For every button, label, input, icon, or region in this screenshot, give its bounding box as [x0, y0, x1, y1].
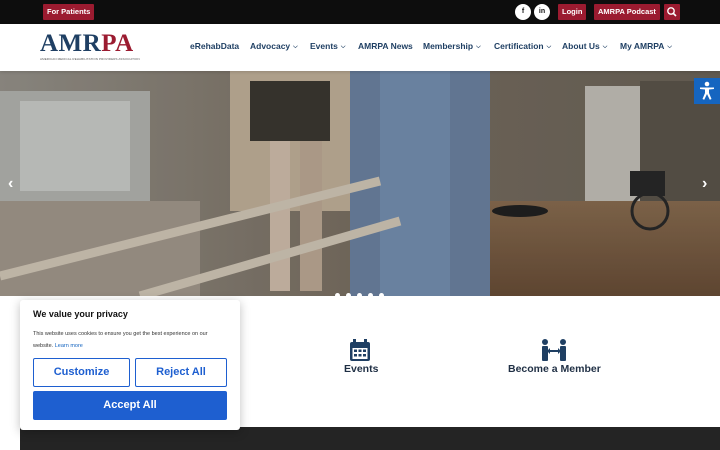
accessibility-button[interactable] — [694, 78, 720, 104]
hero-slider — [0, 71, 720, 296]
linkedin-icon[interactable]: in — [534, 4, 550, 20]
cookie-description: This website uses cookies to ensure you … — [33, 331, 208, 349]
nav-erehabdata[interactable]: eRehabData — [190, 41, 239, 51]
nav-events[interactable]: Events ⌵ — [310, 41, 345, 51]
cookie-title: We value your privacy — [33, 309, 128, 319]
hero-image — [0, 71, 720, 296]
hero-next-arrow[interactable]: › — [702, 175, 707, 193]
top-bar: For Patients f in Login AMRPA Podcast — [0, 0, 720, 24]
slide-dot[interactable] — [379, 293, 384, 298]
main-navigation: AMRPA AMERICAN MEDICAL REHABILITATION PR… — [0, 24, 720, 71]
hero-prev-arrow[interactable]: ‹ — [8, 175, 13, 193]
accessibility-icon — [700, 81, 714, 100]
facebook-icon[interactable]: f — [515, 4, 531, 20]
nav-certification[interactable]: Certification ⌵ — [494, 41, 551, 51]
learn-more-link[interactable]: Learn more — [55, 343, 83, 349]
chevron-down-icon: ⌵ — [667, 44, 672, 50]
amrpa-logo[interactable]: AMRPA AMERICAN MEDICAL REHABILITATION PR… — [40, 31, 140, 65]
chevron-down-icon: ⌵ — [546, 44, 552, 50]
slide-dot[interactable] — [346, 293, 351, 298]
slide-dot[interactable] — [368, 293, 373, 298]
nav-about-us[interactable]: About Us ⌵ — [562, 41, 607, 51]
chevron-down-icon: ⌵ — [476, 44, 481, 50]
people-exchange-icon[interactable] — [540, 338, 568, 362]
logo-wordmark: AMRPA — [40, 30, 134, 57]
logo-subtitle: AMERICAN MEDICAL REHABILITATION PROVIDER… — [40, 57, 140, 61]
search-icon — [667, 7, 677, 17]
for-patients-button[interactable]: For Patients — [43, 4, 95, 20]
podcast-button[interactable]: AMRPA Podcast — [594, 4, 660, 20]
reject-all-button[interactable]: Reject All — [135, 358, 227, 387]
nav-advocacy[interactable]: Advocacy ⌵ — [250, 41, 298, 51]
chevron-down-icon: ⌵ — [340, 44, 346, 50]
nav-amrpa-news[interactable]: AMRPA News — [358, 41, 413, 51]
slide-dot[interactable] — [335, 293, 340, 298]
login-button[interactable]: Login — [558, 4, 587, 20]
become-member-label[interactable]: Become a Member — [508, 363, 601, 375]
accept-all-button[interactable]: Accept All — [33, 391, 227, 420]
calendar-icon[interactable] — [349, 339, 371, 362]
cookie-consent-dialog: We value your privacy This website uses … — [20, 300, 240, 430]
slider-pagination — [335, 285, 390, 303]
footer-bar — [20, 427, 720, 450]
chevron-down-icon: ⌵ — [293, 44, 298, 50]
nav-membership[interactable]: Membership ⌵ — [423, 41, 481, 51]
chevron-down-icon: ⌵ — [602, 44, 608, 50]
nav-my-amrpa[interactable]: My AMRPA ⌵ — [620, 41, 672, 51]
search-button[interactable] — [664, 4, 680, 20]
events-feature-label[interactable]: Events — [344, 363, 378, 375]
slide-dot[interactable] — [357, 293, 362, 298]
customize-button[interactable]: Customize — [33, 358, 130, 387]
